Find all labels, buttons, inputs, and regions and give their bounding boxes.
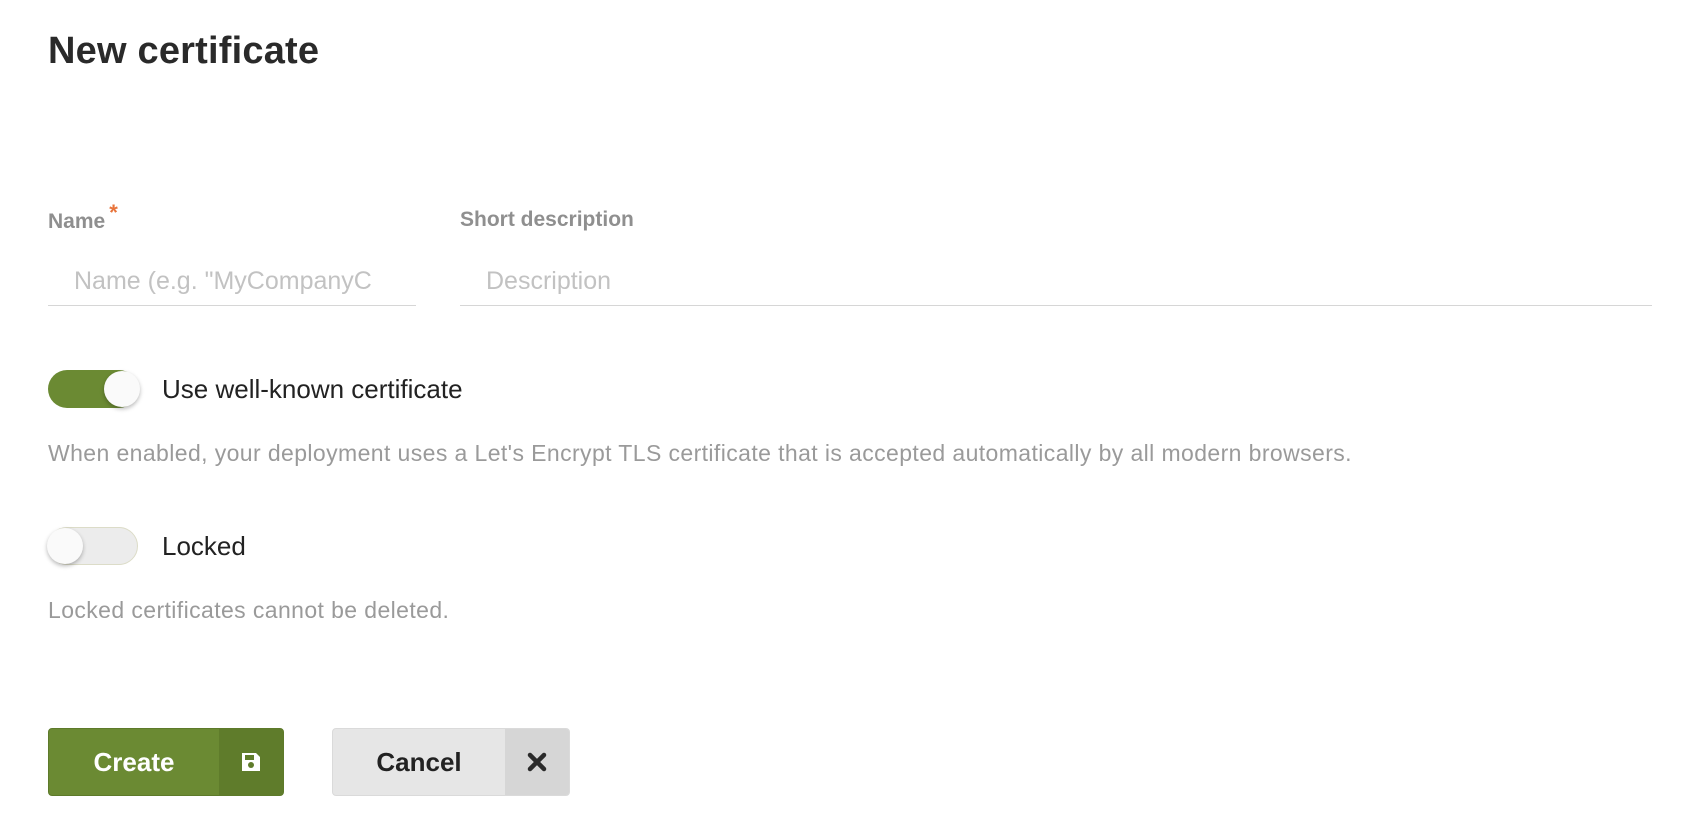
- toggle-knob: [104, 371, 140, 407]
- name-field-group: Name *: [48, 200, 416, 306]
- well-known-certificate-label: Use well-known certificate: [162, 373, 463, 404]
- locked-label: Locked: [162, 530, 246, 561]
- required-mark: *: [109, 200, 118, 225]
- well-known-help-text: When enabled, your deployment uses a Let…: [48, 440, 1352, 466]
- name-input[interactable]: [48, 258, 416, 306]
- name-label: Name *: [48, 200, 416, 236]
- cancel-button-label: Cancel: [376, 746, 462, 777]
- save-icon: [219, 729, 283, 795]
- locked-toggle[interactable]: [47, 527, 138, 565]
- name-label-text: Name: [48, 210, 106, 233]
- cancel-button[interactable]: Cancel: [332, 728, 570, 796]
- description-input[interactable]: [460, 258, 1652, 306]
- page-title: New certificate: [48, 30, 320, 72]
- locked-help-text: Locked certificates cannot be deleted.: [48, 597, 450, 623]
- locked-toggle-row: Locked: [47, 527, 246, 565]
- close-icon: [505, 729, 569, 795]
- well-known-toggle-row: Use well-known certificate: [48, 370, 463, 408]
- well-known-certificate-toggle[interactable]: [48, 370, 140, 408]
- create-button[interactable]: Create: [48, 728, 284, 796]
- description-label: Short description: [460, 208, 634, 231]
- toggle-knob: [47, 528, 83, 564]
- new-certificate-page: New certificate Name* Short description …: [0, 0, 1688, 836]
- create-button-label: Create: [93, 746, 175, 777]
- description-field-group: Short description: [460, 208, 1652, 306]
